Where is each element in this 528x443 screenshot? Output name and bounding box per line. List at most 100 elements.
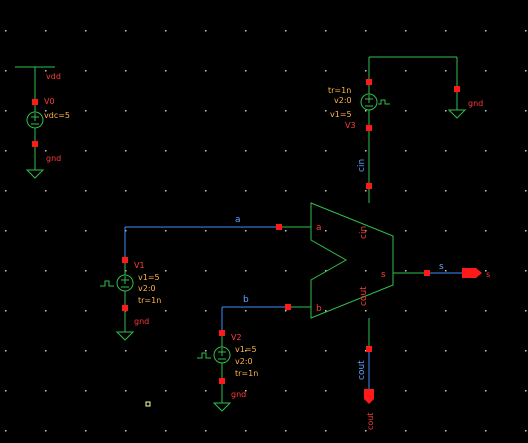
grid-dot [45, 30, 47, 32]
grid-dot [525, 390, 527, 392]
grid-dot [445, 30, 447, 32]
grid-dot [285, 270, 287, 272]
grid-dot [525, 30, 527, 32]
grid-dot [485, 350, 487, 352]
grid-dot [405, 270, 407, 272]
grid-dot [125, 150, 127, 152]
v3-name-label: V3 [345, 121, 356, 130]
grid-dot [285, 150, 287, 152]
grid-dot [445, 430, 447, 432]
cout-port-label: cout [366, 413, 375, 431]
schematic-canvas[interactable]: vdd V0 vdc=5 gnd tr=1n v2:0 v1=5 V3 gnd … [0, 0, 528, 443]
grid-dot [5, 310, 7, 312]
grid-dot [525, 190, 527, 192]
grid-dot [285, 110, 287, 112]
grid-dot [445, 310, 447, 312]
grid-dot [445, 70, 447, 72]
grid-dot [165, 190, 167, 192]
v2-v1-label: v1=5 [235, 345, 257, 354]
pulse-source-v1[interactable]: a V1 v1=5 v2:0 tr=1n gnd [100, 215, 311, 341]
grid-dot [45, 270, 47, 272]
v2-tr-label: tr=1n [235, 369, 258, 378]
grid-dot [325, 350, 327, 352]
pin-b-label: b [316, 304, 322, 314]
grid-dot [485, 30, 487, 32]
grid-dot [485, 150, 487, 152]
a-wire-label: a [235, 215, 241, 225]
grid-dot [245, 70, 247, 72]
grid-dot [165, 30, 167, 32]
grid-dot [85, 310, 87, 312]
v3-v1-label: v1=5 [330, 110, 352, 119]
grid-dot [365, 310, 367, 312]
grid-dot [405, 430, 407, 432]
grid [5, 30, 527, 432]
vdd-net-label: vdd [46, 72, 61, 81]
grid-dot [325, 70, 327, 72]
grid-dot [405, 70, 407, 72]
grid-dot [205, 150, 207, 152]
grid-dot [45, 190, 47, 192]
grid-dot [405, 390, 407, 392]
s-output-port[interactable]: s s [393, 262, 490, 279]
grid-dot [365, 150, 367, 152]
grid-dot [205, 230, 207, 232]
grid-dot [245, 150, 247, 152]
grid-dot [245, 310, 247, 312]
grid-dot [525, 230, 527, 232]
v0-name-label: V0 [44, 97, 55, 106]
grid-dot [245, 430, 247, 432]
grid-dot [125, 390, 127, 392]
grid-dot [85, 70, 87, 72]
b-wire-label: b [243, 295, 249, 305]
grid-dot [165, 350, 167, 352]
grid-dot [365, 190, 367, 192]
full-adder-block[interactable]: a b s cin cout [310, 202, 394, 319]
grid-dot [45, 430, 47, 432]
grid-dot [405, 350, 407, 352]
grid-dot [525, 310, 527, 312]
gnd-label-v3: gnd [468, 99, 483, 108]
grid-dot [165, 390, 167, 392]
grid-dot [285, 70, 287, 72]
grid-dot [325, 230, 327, 232]
v0-param-label: vdc=5 [44, 111, 70, 120]
pin-a-label: a [316, 223, 322, 233]
gnd-label-v0: gnd [46, 154, 61, 163]
grid-dot [405, 230, 407, 232]
grid-dot [245, 230, 247, 232]
pulse-source-v3[interactable]: tr=1n v2:0 v1=5 V3 gnd cin [328, 56, 483, 203]
pin-cin-label: cin [359, 226, 369, 239]
grid-dot [285, 430, 287, 432]
grid-dot [125, 70, 127, 72]
grid-dot [525, 350, 527, 352]
grid-dot [165, 430, 167, 432]
grid-dot [405, 150, 407, 152]
vdd-source-v0[interactable]: vdd V0 vdc=5 gnd [15, 66, 70, 179]
grid-dot [45, 310, 47, 312]
v1-v2-label: v2:0 [138, 284, 156, 293]
cin-wire-label: cin [357, 159, 367, 172]
pulse-source-v2[interactable]: b V2 v1=5 v2:0 tr=1n gnd [197, 295, 311, 412]
grid-dot [85, 350, 87, 352]
s-port-label: s [486, 270, 490, 279]
v1-v1-label: v1=5 [138, 273, 160, 282]
grid-dot [325, 30, 327, 32]
grid-dot [165, 110, 167, 112]
cout-output-port[interactable]: cout cout [357, 318, 375, 430]
grid-dot [325, 430, 327, 432]
grid-dot [45, 230, 47, 232]
grid-dot [525, 270, 527, 272]
grid-dot [205, 350, 207, 352]
grid-dot [325, 150, 327, 152]
s-wire-label: s [439, 262, 444, 272]
grid-dot [485, 430, 487, 432]
grid-dot [5, 270, 7, 272]
grid-dot [5, 190, 7, 192]
grid-dot [165, 70, 167, 72]
grid-dot [365, 30, 367, 32]
gnd-label-v2: gnd [231, 390, 246, 399]
pin-cout-label: cout [359, 286, 369, 306]
cursor-marker [145, 401, 151, 407]
grid-dot [85, 230, 87, 232]
